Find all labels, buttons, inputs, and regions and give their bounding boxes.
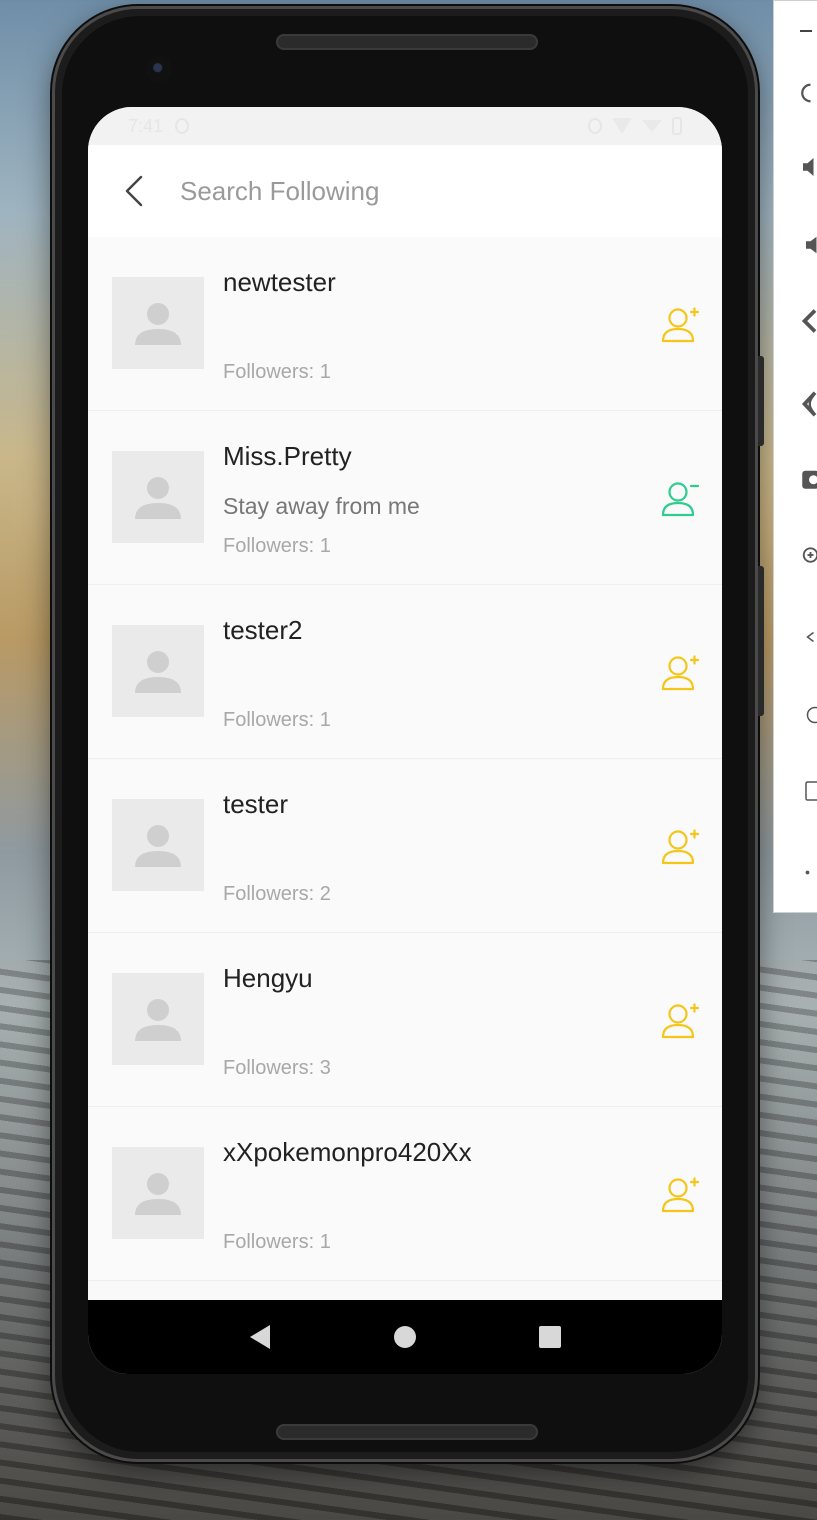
follower-count: Followers: 3 <box>223 1057 331 1079</box>
location-status-icon <box>588 118 602 134</box>
list-item[interactable]: Hengyu Followers: 3 <box>88 933 722 1107</box>
power-side-button[interactable] <box>758 356 764 446</box>
nav-back-button[interactable] <box>238 1315 282 1359</box>
back-triangle-icon <box>250 1325 271 1349</box>
status-bar: 7:41 <box>88 107 722 145</box>
person-placeholder-icon <box>135 1173 181 1215</box>
volume-down-icon[interactable] <box>774 225 817 265</box>
person-placeholder-icon <box>135 825 181 867</box>
power-icon[interactable] <box>774 73 817 113</box>
android-nav-bar <box>88 1300 722 1374</box>
emulator-toolbar <box>773 0 817 913</box>
user-name[interactable]: newtester <box>223 267 336 298</box>
avatar[interactable] <box>112 973 204 1065</box>
battery-status-icon <box>672 117 682 135</box>
avatar[interactable] <box>112 1147 204 1239</box>
follower-count: Followers: 2 <box>223 883 331 905</box>
more-icon[interactable] <box>774 851 817 891</box>
user-add-icon <box>661 829 700 865</box>
home-circle-icon <box>393 1326 416 1348</box>
avatar[interactable] <box>112 625 204 717</box>
status-icons <box>588 117 682 135</box>
user-name[interactable]: Miss.Pretty <box>223 441 352 472</box>
user-bio: Stay away from me <box>223 493 420 519</box>
status-time: 7:41 <box>128 115 164 136</box>
app-screen: 7:41 newtester Followers: 1 Miss.Pretty Sta… <box>88 107 722 1374</box>
wifi-status-icon <box>612 118 632 134</box>
user-name[interactable]: Hengyu <box>223 963 313 994</box>
follower-count: Followers: 1 <box>223 535 331 557</box>
user-remove-icon <box>661 482 700 517</box>
top-speaker <box>276 34 538 50</box>
follow-button[interactable] <box>658 827 702 867</box>
user-add-icon <box>661 1003 700 1039</box>
user-add-icon <box>661 1177 700 1213</box>
user-name[interactable]: xXpokemonpro420Xx <box>223 1137 472 1168</box>
avatar[interactable] <box>112 799 204 891</box>
user-name[interactable]: tester <box>223 789 288 820</box>
follower-count: Followers: 1 <box>223 1231 331 1253</box>
person-placeholder-icon <box>135 303 181 345</box>
user-add-icon <box>661 307 700 343</box>
follow-button[interactable] <box>658 305 702 345</box>
recents-square-icon <box>538 1326 561 1348</box>
search-toolbar <box>88 145 722 237</box>
person-placeholder-icon <box>135 477 181 519</box>
avatar[interactable] <box>112 277 204 369</box>
follow-button[interactable] <box>658 1175 702 1215</box>
back-icon[interactable] <box>774 617 817 657</box>
unfollow-button[interactable] <box>658 479 702 519</box>
rotate-left-icon[interactable] <box>774 301 817 341</box>
follower-count: Followers: 1 <box>223 709 331 731</box>
list-item[interactable]: newtester Followers: 1 <box>88 237 722 411</box>
following-list: newtester Followers: 1 Miss.Pretty Stay awa… <box>88 237 722 1281</box>
overview-icon[interactable] <box>774 771 817 811</box>
person-placeholder-icon <box>135 999 181 1041</box>
list-item[interactable]: tester Followers: 2 <box>88 759 722 933</box>
minimize-icon[interactable] <box>774 9 817 49</box>
follow-button[interactable] <box>658 1001 702 1041</box>
home-icon[interactable] <box>774 695 817 735</box>
settings-status-icon <box>175 118 190 134</box>
user-name[interactable]: tester2 <box>223 615 303 646</box>
avatar[interactable] <box>112 451 204 543</box>
back-button[interactable] <box>88 145 180 237</box>
volume-side-button[interactable] <box>758 566 764 716</box>
rotate-right-icon[interactable] <box>774 384 817 424</box>
nav-home-button[interactable] <box>383 1315 427 1359</box>
chevron-left-icon <box>125 175 143 207</box>
person-placeholder-icon <box>135 651 181 693</box>
search-input[interactable] <box>180 175 640 207</box>
camera-icon[interactable] <box>774 459 817 499</box>
list-item[interactable]: Miss.Pretty Stay away from me Followers: 1 <box>88 411 722 585</box>
zoom-icon[interactable] <box>774 535 817 575</box>
bottom-speaker <box>276 1424 538 1440</box>
signal-status-icon <box>642 120 662 132</box>
volume-up-icon[interactable] <box>774 147 817 187</box>
list-item[interactable]: tester2 Followers: 1 <box>88 585 722 759</box>
list-item[interactable]: xXpokemonpro420Xx Followers: 1 <box>88 1107 722 1281</box>
front-camera-icon <box>146 56 172 82</box>
follower-count: Followers: 1 <box>223 361 331 383</box>
follow-button[interactable] <box>658 653 702 693</box>
user-add-icon <box>661 655 700 691</box>
nav-recents-button[interactable] <box>528 1315 572 1359</box>
